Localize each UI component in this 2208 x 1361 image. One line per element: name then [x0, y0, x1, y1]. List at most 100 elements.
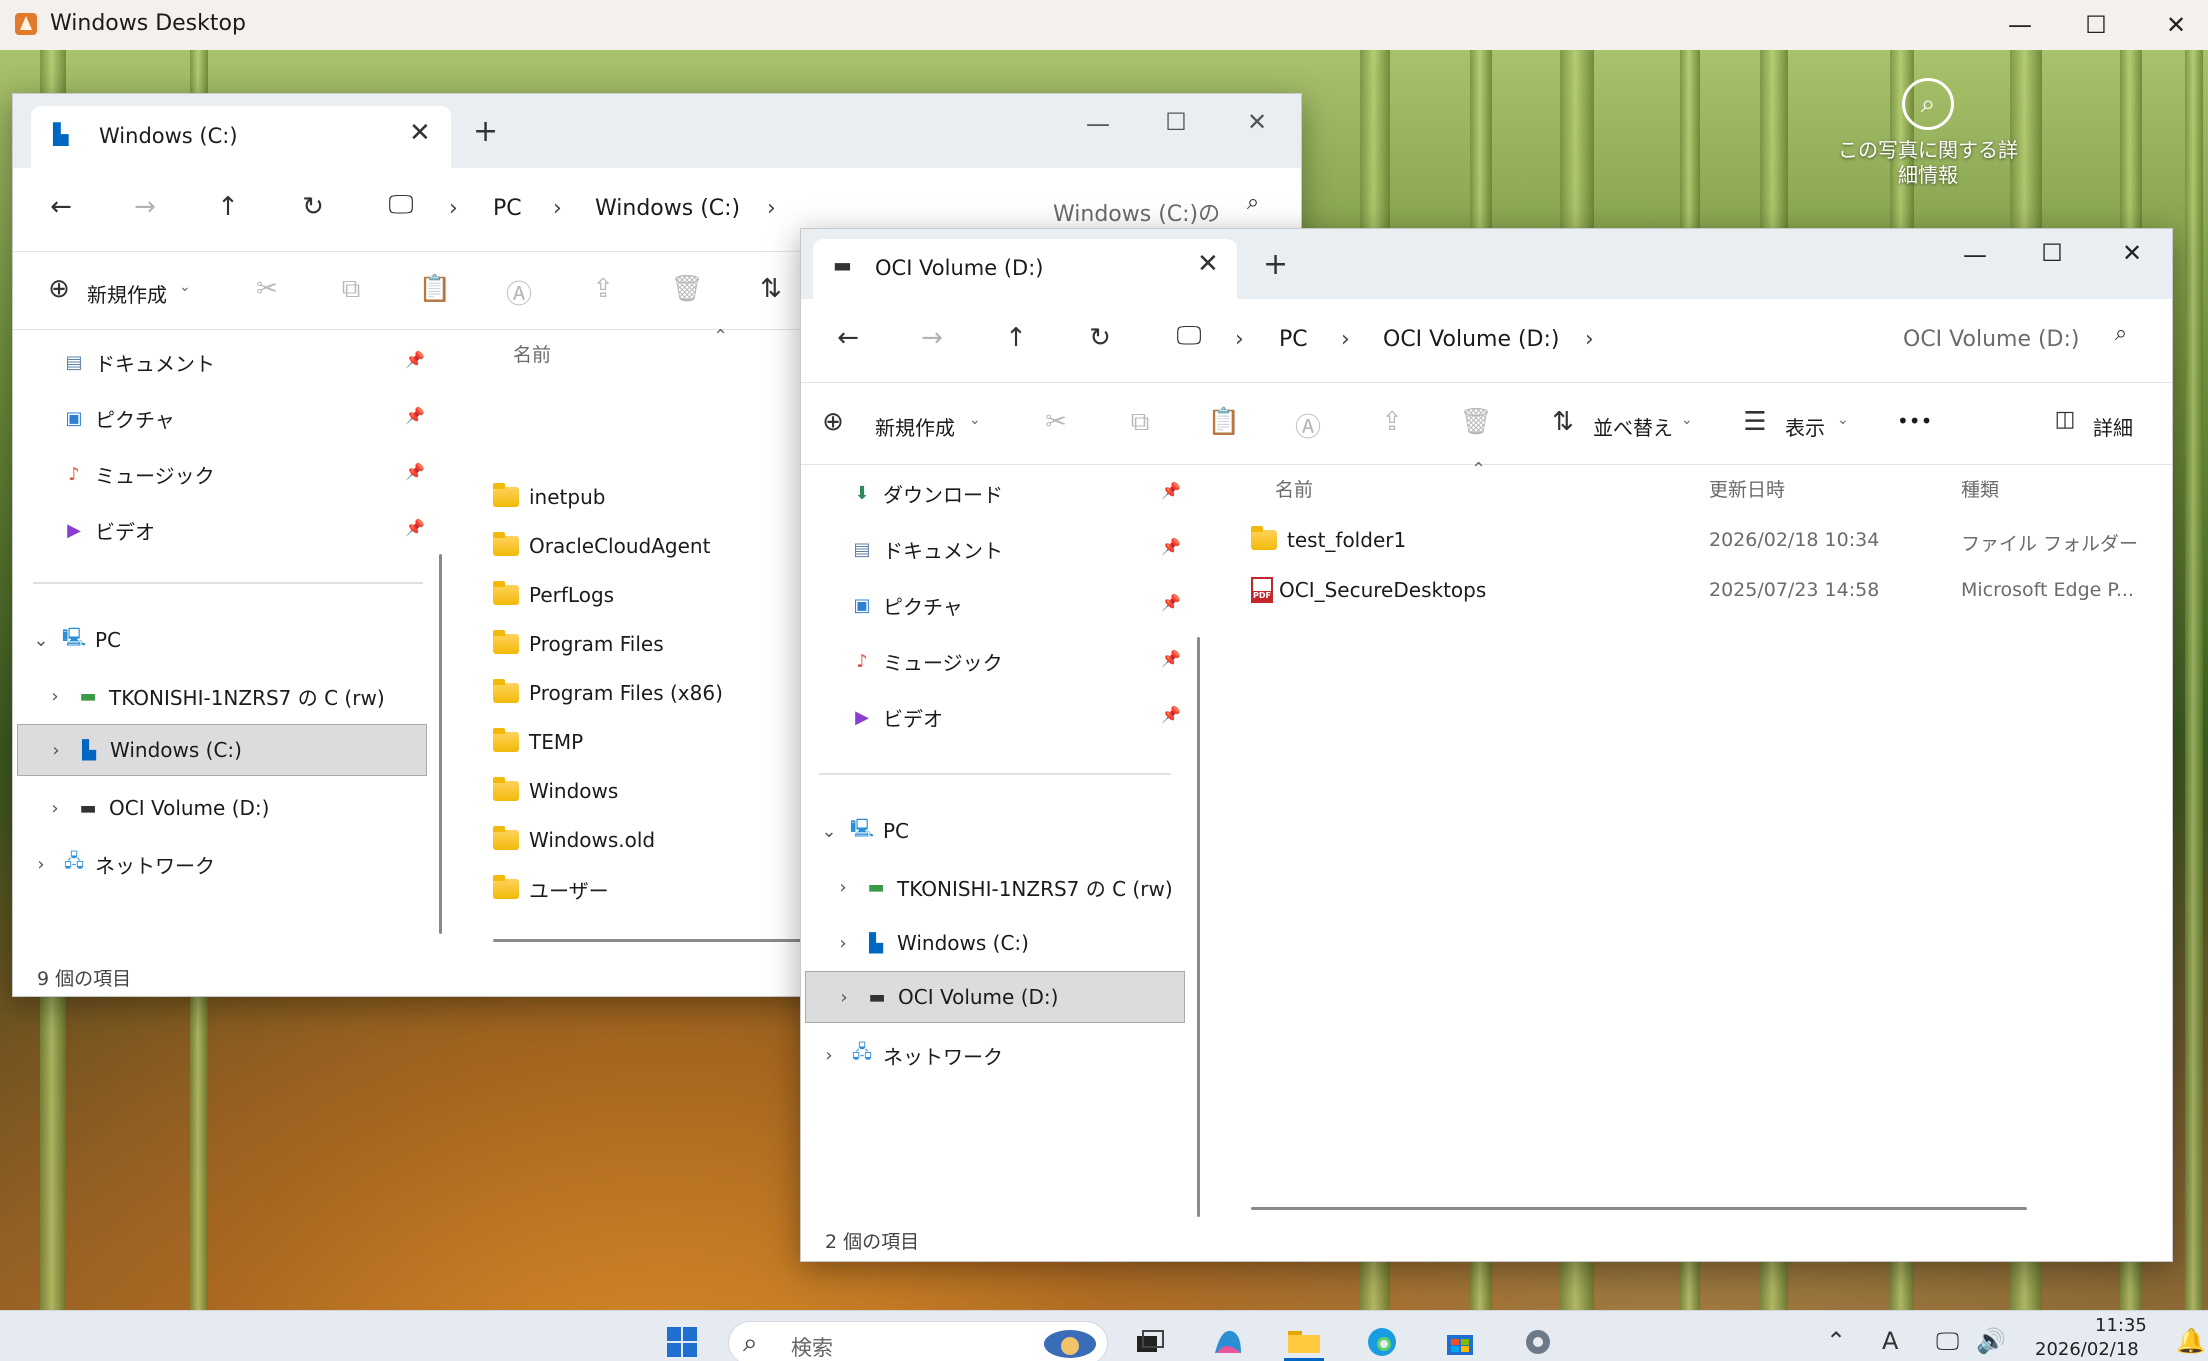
search-icon[interactable]: ⌕	[1235, 190, 1271, 215]
maximize-button[interactable]: ☐	[1156, 108, 1196, 136]
rename-icon[interactable]: Ⓐ	[501, 274, 537, 311]
chevron-right-icon[interactable]: ›	[832, 987, 856, 1008]
cut-icon[interactable]: ✂	[1038, 407, 1074, 437]
column-header-type[interactable]: 種類	[1961, 475, 1999, 502]
paste-icon[interactable]: 📋	[417, 274, 453, 304]
chevron-right-icon[interactable]: ›	[29, 854, 53, 875]
sidebar-item-oci-d[interactable]: › ▬ OCI Volume (D:)	[43, 782, 433, 834]
file-row[interactable]: Windows.old	[493, 821, 655, 859]
new-button[interactable]: 新規作成	[87, 279, 167, 308]
breadcrumb-oci-volume-d[interactable]: OCI Volume (D:)	[1383, 327, 1560, 352]
task-view-icon[interactable]	[1130, 1323, 1170, 1361]
refresh-button[interactable]: ↻	[295, 192, 331, 222]
sidebar-item-music[interactable]: ♪ ミュージック	[53, 448, 443, 500]
settings-gear-icon[interactable]	[1518, 1323, 1558, 1361]
delete-icon[interactable]: 🗑	[669, 274, 705, 304]
back-button[interactable]: ←	[830, 323, 866, 353]
copy-icon[interactable]: ⧉	[1122, 407, 1158, 438]
copilot-icon[interactable]	[1208, 1323, 1248, 1361]
breadcrumb-pc[interactable]: PC	[1279, 327, 1308, 352]
search-input[interactable]: OCI Volume (D:)	[1903, 327, 2080, 352]
new-plus-icon[interactable]: ⊕	[41, 274, 77, 304]
sidebar-item-network[interactable]: › 🖧 ネットワーク	[817, 1029, 1177, 1081]
file-row[interactable]: OracleCloudAgent	[493, 527, 710, 565]
sidebar-item-documents[interactable]: ▤ ドキュメント	[53, 336, 443, 388]
microsoft-store-icon[interactable]	[1440, 1323, 1480, 1361]
refresh-button[interactable]: ↻	[1082, 323, 1118, 353]
file-row[interactable]: Program Files (x86)	[493, 674, 723, 712]
search-input[interactable]: Windows (C:)の	[1053, 196, 1220, 228]
breadcrumb-windows-c[interactable]: Windows (C:)	[595, 196, 740, 221]
maximize-button[interactable]: ☐	[2032, 239, 2072, 267]
host-maximize-button[interactable]: ☐	[2076, 8, 2116, 42]
up-button[interactable]: ↑	[210, 192, 246, 222]
photo-info-widget[interactable]: ⌕ この写真に関する詳細情報	[1838, 78, 2018, 188]
file-row[interactable]: PDF OCI_SecureDesktops	[1251, 571, 1486, 609]
tab-oci-volume-d[interactable]: ▬ OCI Volume (D:) ✕	[813, 239, 1237, 299]
column-header-name[interactable]: 名前	[513, 340, 551, 367]
forward-button[interactable]: →	[914, 323, 950, 353]
sidebar-item-oci-d[interactable]: › ▬ OCI Volume (D:)	[805, 971, 1185, 1023]
minimize-button[interactable]: —	[1078, 110, 1118, 138]
host-minimize-button[interactable]: —	[2000, 8, 2040, 42]
paste-icon[interactable]: 📋	[1206, 407, 1242, 437]
details-pane-icon[interactable]: ◫	[2047, 407, 2083, 432]
sort-icon[interactable]: ⇅	[753, 274, 789, 304]
new-plus-icon[interactable]: ⊕	[815, 407, 851, 437]
sidebar-item-pictures[interactable]: ▣ ピクチャ	[53, 392, 443, 444]
forward-button[interactable]: →	[127, 192, 163, 222]
share-icon[interactable]: ⇪	[1374, 407, 1410, 437]
search-icon[interactable]: ⌕	[2103, 321, 2139, 346]
sidebar-item-windows-c[interactable]: › ▙ Windows (C:)	[17, 724, 427, 776]
notification-icon[interactable]: 🔔	[2176, 1327, 2206, 1355]
chevron-right-icon[interactable]: ›	[817, 1045, 841, 1066]
sidebar-item-videos[interactable]: ▶ ビデオ	[53, 504, 443, 556]
ime-mode-icon[interactable]: A	[1882, 1327, 1898, 1355]
column-header-name[interactable]: 名前	[1275, 475, 1313, 502]
monitor-icon[interactable]: 🖵	[1171, 321, 1207, 352]
sidebar-scrollbar[interactable]	[1197, 637, 1200, 1217]
volume-icon[interactable]: 🔊	[1976, 1327, 2006, 1355]
start-windows-icon[interactable]	[662, 1323, 702, 1361]
close-button[interactable]: ✕	[2112, 239, 2152, 267]
share-icon[interactable]: ⇪	[585, 274, 621, 304]
minimize-button[interactable]: —	[1955, 241, 1995, 269]
sidebar-item-network-drive[interactable]: › ▬ TKONISHI-1NZRS7 の C (rw)	[831, 861, 1181, 913]
file-row[interactable]: TEMP	[493, 723, 583, 761]
sidebar-item-network[interactable]: › 🖧 ネットワーク	[29, 838, 429, 890]
edge-browser-icon[interactable]	[1362, 1323, 1402, 1361]
clock-time[interactable]: 11:35	[2095, 1315, 2147, 1336]
sidebar-item-pc[interactable]: ⌄ 🖳 PC	[817, 805, 1177, 857]
new-button[interactable]: 新規作成	[875, 412, 955, 441]
chevron-right-icon[interactable]: ›	[831, 877, 855, 898]
horizontal-scrollbar[interactable]	[493, 939, 813, 942]
file-row[interactable]: test_folder1	[1251, 521, 1406, 559]
chevron-up-icon[interactable]: ⌃	[1826, 1327, 1846, 1355]
more-options-button[interactable]: •••	[1897, 409, 1932, 433]
horizontal-scrollbar[interactable]	[1251, 1207, 2027, 1210]
back-button[interactable]: ←	[43, 192, 79, 222]
file-row[interactable]: ユーザー	[493, 870, 609, 908]
sidebar-item-pc[interactable]: ⌄ 🖳 PC	[29, 614, 429, 666]
new-tab-button[interactable]: +	[473, 114, 498, 149]
up-button[interactable]: ↑	[998, 323, 1034, 353]
view-button[interactable]: 表示	[1785, 412, 1825, 441]
delete-icon[interactable]: 🗑	[1458, 407, 1494, 437]
host-close-button[interactable]: ✕	[2156, 8, 2196, 42]
tab-close-button[interactable]: ✕	[1197, 249, 1219, 279]
chevron-down-icon[interactable]: ⌄	[817, 821, 841, 842]
file-row[interactable]: inetpub	[493, 478, 605, 516]
sort-button[interactable]: 並べ替え	[1593, 412, 1673, 441]
chevron-right-icon[interactable]: ›	[43, 798, 67, 819]
sidebar-item-network-drive[interactable]: › ▬ TKONISHI-1NZRS7 の C (rw)	[43, 670, 433, 722]
column-header-modified[interactable]: 更新日時	[1709, 475, 1785, 502]
chevron-right-icon[interactable]: ›	[831, 933, 855, 954]
chevron-right-icon[interactable]: ›	[43, 686, 67, 707]
chevron-down-icon[interactable]: ⌄	[29, 630, 53, 651]
new-tab-button[interactable]: +	[1263, 247, 1288, 282]
file-row[interactable]: Program Files	[493, 625, 664, 663]
chevron-right-icon[interactable]: ›	[44, 740, 68, 761]
sidebar-scrollbar[interactable]	[439, 554, 442, 934]
breadcrumb-pc[interactable]: PC	[493, 196, 522, 221]
close-button[interactable]: ✕	[1237, 108, 1277, 136]
